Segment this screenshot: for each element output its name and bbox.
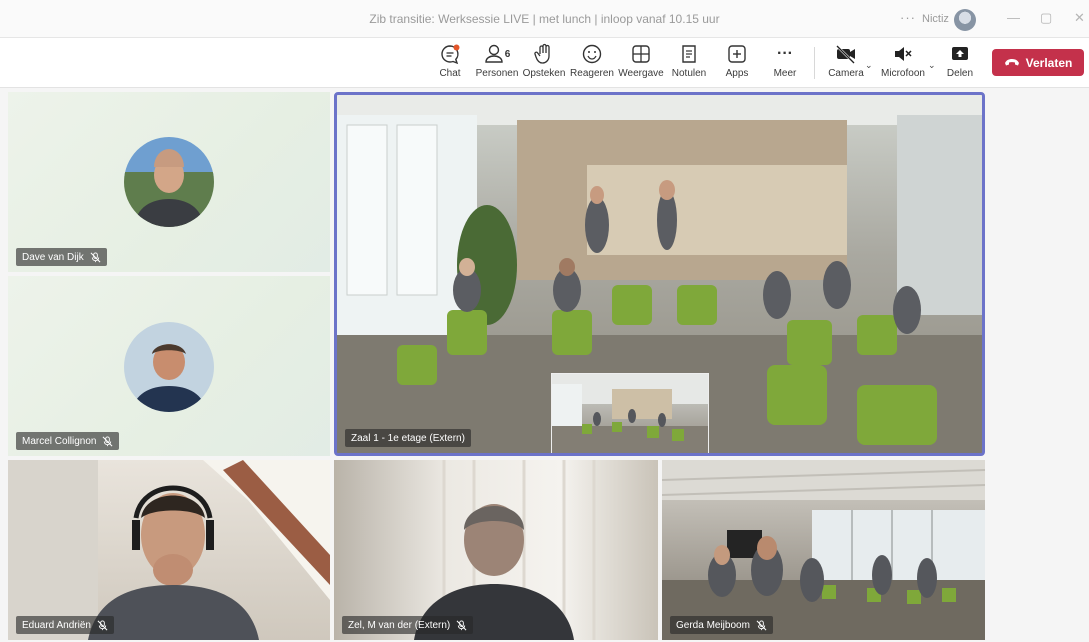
teams-meeting-window: Zib transitie: Werksessie LIVE | met lun…	[0, 0, 1089, 642]
more-label: Meer	[773, 68, 797, 79]
share-button[interactable]: Delen	[933, 42, 987, 79]
raise-hand-label: Opsteken	[522, 68, 566, 79]
participant-video	[662, 460, 985, 640]
participant-name: Gerda Meijboom	[676, 619, 750, 631]
mic-off-icon	[97, 619, 108, 630]
chat-button[interactable]: Chat	[423, 42, 477, 79]
account-avatar[interactable]	[954, 9, 976, 31]
minimize-button[interactable]: —	[1007, 10, 1020, 25]
organization-name: Nictiz	[922, 13, 949, 25]
speaker-muted-icon	[891, 42, 915, 66]
maximize-button[interactable]: ▢	[1040, 10, 1052, 26]
video-stage: Dave van Dijk Marcel Collignon Zaal 1 - …	[0, 88, 1089, 642]
people-button[interactable]: 6 Personen	[470, 42, 524, 79]
view-button[interactable]: Weergave	[614, 42, 668, 79]
participant-name: Zaal 1 - 1e etage (Extern)	[351, 432, 465, 444]
participant-name: Marcel Collignon	[22, 435, 97, 447]
toolbar-divider	[814, 47, 815, 79]
participant-tile-marcel[interactable]: Marcel Collignon	[8, 276, 330, 456]
mic-off-icon	[103, 435, 113, 446]
participant-video	[414, 460, 596, 640]
view-label: Weergave	[618, 68, 664, 79]
raise-hand-button[interactable]: Opsteken	[517, 42, 571, 79]
notes-button[interactable]: Notulen	[662, 42, 716, 79]
participant-name: Eduard Andriën	[22, 619, 91, 631]
share-label: Delen	[946, 68, 974, 79]
phone-hangup-icon	[1004, 56, 1020, 70]
self-view-video	[552, 374, 708, 453]
camera-off-icon	[834, 42, 858, 66]
name-tag: Gerda Meijboom	[670, 616, 773, 634]
people-count: 6	[504, 48, 511, 60]
apps-icon	[725, 42, 749, 66]
more-dots-icon: ···	[777, 45, 793, 62]
react-label: Reageren	[570, 68, 614, 79]
participant-name: Dave van Dijk	[22, 251, 84, 263]
camera-options-chevron-icon[interactable]: ⌄	[865, 60, 873, 71]
people-icon: 6	[480, 42, 514, 66]
leave-button[interactable]: Verlaten	[992, 49, 1084, 76]
grid-view-icon	[629, 42, 653, 66]
participant-tile-gerda[interactable]: Gerda Meijboom	[662, 460, 985, 640]
participant-tile-zel[interactable]: Zel, M van der (Extern)	[334, 460, 658, 640]
close-window-button[interactable]: ✕	[1074, 10, 1085, 26]
notes-icon	[677, 42, 701, 66]
chat-icon	[438, 42, 462, 66]
microphone-label: Microfoon	[881, 68, 925, 79]
participant-name: Zel, M van der (Extern)	[348, 619, 451, 631]
mic-off-icon	[456, 619, 467, 630]
name-tag: Zaal 1 - 1e etage (Extern)	[345, 429, 471, 447]
camera-label: Camera	[828, 68, 864, 79]
title-more-button[interactable]: ···	[900, 10, 916, 25]
leave-label: Verlaten	[1025, 55, 1073, 70]
people-label: Personen	[475, 68, 519, 79]
participant-video	[8, 460, 330, 640]
name-tag: Eduard Andriën	[16, 616, 114, 634]
title-bar: Zib transitie: Werksessie LIVE | met lun…	[0, 0, 1089, 38]
share-screen-icon	[948, 42, 972, 66]
name-tag: Dave van Dijk	[16, 248, 107, 266]
hand-icon	[532, 42, 556, 66]
avatar	[124, 137, 214, 227]
apps-label: Apps	[725, 68, 749, 79]
participant-tile-dave[interactable]: Dave van Dijk	[8, 92, 330, 272]
mic-off-icon	[756, 619, 767, 630]
avatar	[124, 322, 214, 412]
notes-label: Notulen	[671, 68, 707, 79]
name-tag: Marcel Collignon	[16, 432, 120, 450]
more-button[interactable]: ··· Meer	[758, 42, 812, 79]
apps-button[interactable]: Apps	[710, 42, 764, 79]
name-tag: Zel, M van der (Extern)	[342, 616, 474, 634]
participant-tile-room[interactable]: Zaal 1 - 1e etage (Extern)	[334, 92, 985, 456]
react-button[interactable]: Reageren	[565, 42, 619, 79]
mic-off-icon	[90, 251, 101, 262]
microphone-button[interactable]: Microfoon	[876, 42, 930, 79]
emoji-icon	[580, 42, 604, 66]
self-view-preview	[551, 373, 709, 453]
participant-tile-eduard[interactable]: Eduard Andriën	[8, 460, 330, 640]
meeting-toolbar: Chat 6 Personen Opsteken Reageren Weerga…	[0, 38, 1089, 88]
chat-label: Chat	[439, 68, 461, 79]
